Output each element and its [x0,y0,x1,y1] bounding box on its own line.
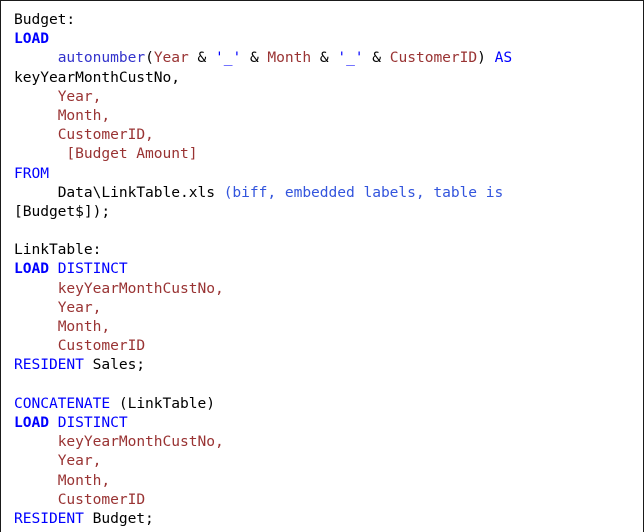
code-token-field: [Budget Amount] [66,145,198,163]
code-line: keyYearMonthCustNo, [14,432,643,451]
code-token-plain: keyYearMonthCustNo, [14,68,180,86]
code-token-plain: ( [145,49,154,67]
code-line: [Budget$]); [14,202,643,221]
code-line: CustomerID [14,490,643,509]
script-editor-window: Budget: LOAD autonumber(Year & '_' & Mont… [0,0,644,532]
code-token-string: '_' [337,49,364,67]
code-token-field: CustomerID [389,49,478,67]
code-token-keyword: AS [494,49,513,67]
code-token-keyword: CONCATENATE [14,394,111,412]
code-token-field: keyYearMonthCustNo, [57,279,224,297]
code-token-keyword: DISTINCT [57,413,128,431]
code-token-plain: & [311,49,338,67]
code-token-plain: LinkTable: [14,241,102,259]
code-token-keyword: RESIDENT [14,356,84,374]
code-token-field: Month, [57,106,111,124]
code-line: Year, [14,298,643,317]
code-line: RESIDENT Sales; [14,355,643,374]
code-token-field: CustomerID, [57,126,154,144]
code-token-field: CustomerID [57,337,146,355]
code-token-field: Year, [57,452,102,470]
code-token-plain: & [241,49,268,67]
code-token-keyword: DISTINCT [57,260,128,278]
code-line: CustomerID, [14,125,643,144]
code-listing[interactable]: Budget: LOAD autonumber(Year & '_' & Mont… [14,10,643,528]
code-token-string: '_' [214,49,242,67]
code-token-plain: & [363,49,390,67]
code-line: LinkTable: [14,240,643,259]
code-token-plain: Data\LinkTable.xls [57,183,224,201]
code-token-field: CustomerID [57,490,146,508]
code-token-keyword_bold: LOAD [14,413,49,431]
code-line: Budget: [14,10,643,29]
code-line: keyYearMonthCustNo, [14,68,643,87]
code-line: [Budget Amount] [14,144,643,163]
code-line: Year, [14,451,643,470]
code-token-plain: [Budget$]); [14,202,111,220]
code-line: Month, [14,317,643,336]
code-token-keyword_bold: LOAD [14,260,49,278]
code-token-field: keyYearMonthCustNo, [57,433,224,451]
code-line: Month, [14,471,643,490]
code-line: Year, [14,87,643,106]
code-line: LOAD DISTINCT [14,413,643,432]
code-token-field: Year, [57,87,102,105]
code-token-plain: & [188,49,215,67]
code-token-option: (biff, embedded labels, table is [223,183,504,201]
code-token-keyword: FROM [14,164,49,182]
code-token-plain: Budget; [83,509,154,527]
code-line: Month, [14,106,643,125]
code-token-field: Month, [57,318,111,335]
code-token-plain: Budget: [14,11,76,28]
code-token-function: autonumber [57,49,146,67]
code-token-field: Month [267,49,312,67]
code-line: CONCATENATE (LinkTable) [14,394,643,413]
code-token-field: Year, [57,298,102,316]
code-line: CustomerID [14,336,643,355]
code-line: autonumber(Year & '_' & Month & '_' & Cu… [14,48,643,67]
code-line: FROM [14,164,643,183]
code-token-plain: Sales; [83,356,146,374]
code-line: Data\LinkTable.xls (biff, embedded label… [14,183,643,202]
code-token-plain: (LinkTable) [110,394,215,412]
code-line: keyYearMonthCustNo, [14,279,643,298]
code-token-plain: ) [477,49,495,67]
code-token-field: Month, [57,471,111,489]
code-token-field: Year [153,49,189,67]
code-token-keyword_bold: LOAD [14,30,49,48]
code-line: RESIDENT Budget; [14,509,643,528]
code-token-keyword: RESIDENT [14,509,84,527]
code-line: LOAD [14,29,643,48]
code-line: LOAD DISTINCT [14,259,643,278]
